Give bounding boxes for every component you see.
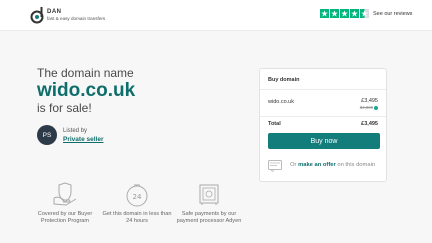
logo[interactable]: DAN fast & easy domain transfers	[30, 6, 105, 24]
offer-text: Or make an offer on this domain	[290, 160, 385, 170]
avatar: PS	[37, 125, 57, 145]
old-price-row: $4,800	[360, 105, 378, 110]
for-sale-text: is for sale!	[37, 101, 92, 115]
offer-icon	[268, 160, 282, 172]
star-icon	[320, 9, 329, 18]
safe-icon	[199, 184, 219, 205]
feature-text: Covered by our Buyer Protection Program	[37, 211, 93, 224]
feature-item: 24 Get this domain in less than 24 hours	[102, 182, 172, 225]
domain-name: wido.co.uk	[37, 80, 136, 101]
features: Covered by our Buyer Protection Program …	[30, 182, 246, 240]
trustpilot-stars	[320, 9, 370, 18]
offer-suffix: on this domain	[335, 162, 376, 168]
see-reviews-link[interactable]: See our reviews	[373, 11, 412, 17]
buyer-protection-icon	[53, 182, 77, 206]
half-star-icon	[360, 9, 369, 18]
total-label: Total	[268, 121, 281, 127]
clock-24-icon: 24	[126, 184, 148, 207]
header: DAN fast & easy domain transfers See our…	[0, 0, 432, 31]
divider	[260, 89, 386, 90]
logo-name: DAN	[47, 8, 62, 15]
divider	[260, 116, 386, 117]
feature-text: Get this domain in less than 24 hours	[102, 211, 172, 224]
card-price: £3,495	[361, 98, 378, 104]
listed-by-label: Listed by	[63, 127, 88, 134]
private-seller-link[interactable]: Private seller	[63, 135, 103, 144]
buy-domain-card: Buy domain wido.co.uk £3,495 $4,800 Tota…	[259, 68, 387, 182]
trustpilot-rating[interactable]: See our reviews	[320, 9, 412, 18]
svg-text:24: 24	[133, 193, 142, 201]
star-icon	[330, 9, 339, 18]
card-title: Buy domain	[268, 77, 300, 83]
feature-item: Safe payments by our payment processor A…	[174, 182, 244, 225]
dan-logo-icon	[30, 7, 44, 24]
star-icon	[340, 9, 349, 18]
logo-tagline: fast & easy domain transfers	[47, 15, 106, 21]
make-offer-row: Or make an offer on this domain	[268, 160, 385, 172]
star-icon	[350, 9, 359, 18]
buy-now-button[interactable]: Buy now	[268, 133, 380, 149]
offer-prefix: Or	[290, 162, 299, 168]
old-price: $4,800	[359, 105, 373, 110]
intro-text: The domain name	[37, 66, 134, 80]
feature-item: Covered by our Buyer Protection Program	[30, 182, 100, 225]
seller-info: PS Listed by Private seller	[37, 125, 103, 145]
total-value: £3,495	[361, 121, 378, 127]
feature-text: Safe payments by our payment processor A…	[176, 211, 242, 224]
card-domain: wido.co.uk	[268, 99, 294, 105]
info-dot-icon	[374, 105, 378, 110]
make-offer-link[interactable]: make an offer	[298, 162, 336, 168]
